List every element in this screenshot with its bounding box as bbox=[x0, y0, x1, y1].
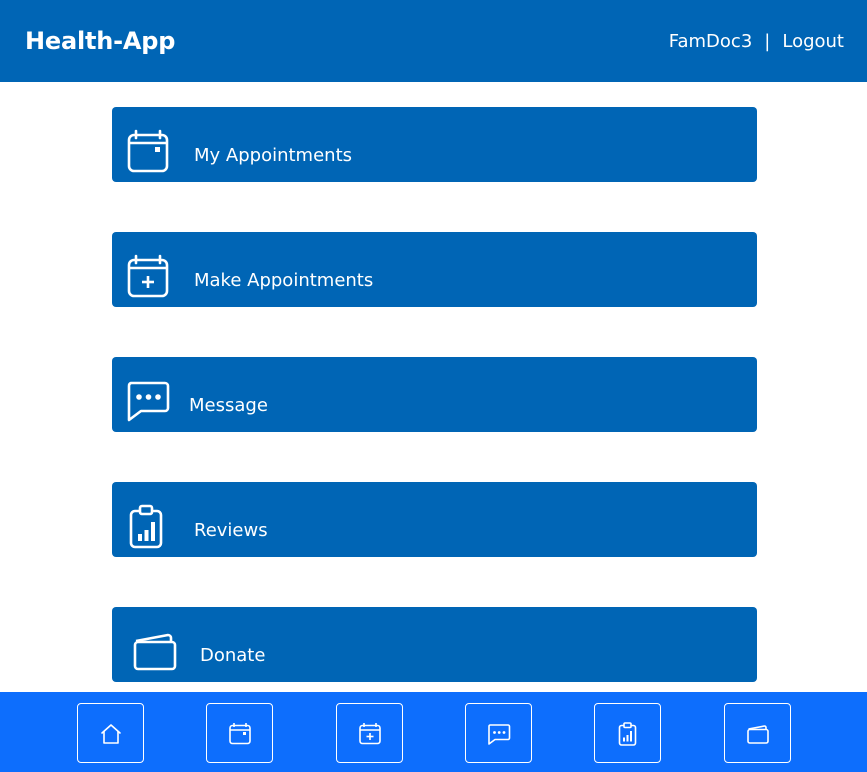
menu-label-make-appointments: Make Appointments bbox=[194, 270, 374, 291]
nav-separator: | bbox=[764, 31, 771, 52]
menu-label-message: Message bbox=[189, 395, 268, 416]
footer-appointments-button[interactable] bbox=[206, 703, 273, 763]
wallet-icon bbox=[133, 633, 177, 671]
top-navbar: Health-App FamDoc3 | Logout bbox=[0, 0, 867, 82]
chat-dots-icon bbox=[488, 724, 511, 745]
house-icon bbox=[101, 724, 121, 744]
bottom-navbar bbox=[0, 692, 867, 772]
calendar-plus-icon bbox=[359, 723, 381, 745]
footer-donate-button[interactable] bbox=[724, 703, 791, 763]
user-area: FamDoc3 | Logout bbox=[669, 31, 844, 52]
footer-reviews-button[interactable] bbox=[594, 703, 661, 763]
chat-dots-icon bbox=[127, 381, 170, 422]
menu-label-donate: Donate bbox=[200, 645, 266, 666]
donate-button[interactable]: Donate bbox=[112, 607, 757, 682]
reviews-button[interactable]: Reviews bbox=[112, 482, 757, 557]
my-appointments-button[interactable]: My Appointments bbox=[112, 107, 757, 182]
message-button[interactable]: Message bbox=[112, 357, 757, 432]
make-appointments-button[interactable]: Make Appointments bbox=[112, 232, 757, 307]
menu-label-my-appointments: My Appointments bbox=[194, 145, 353, 166]
username-link[interactable]: FamDoc3 bbox=[669, 31, 753, 52]
clipboard-data-icon bbox=[618, 722, 637, 746]
footer-make-appointment-button[interactable] bbox=[336, 703, 403, 763]
footer-home-button[interactable] bbox=[77, 703, 144, 763]
footer-message-button[interactable] bbox=[465, 703, 532, 763]
menu-label-reviews: Reviews bbox=[194, 520, 268, 541]
clipboard-data-icon bbox=[129, 504, 163, 549]
logout-link[interactable]: Logout bbox=[782, 31, 844, 52]
calendar-icon bbox=[127, 129, 169, 173]
wallet-icon bbox=[747, 725, 769, 744]
calendar-plus-icon bbox=[127, 254, 169, 298]
app-brand[interactable]: Health-App bbox=[25, 27, 175, 55]
calendar-icon bbox=[229, 723, 251, 745]
